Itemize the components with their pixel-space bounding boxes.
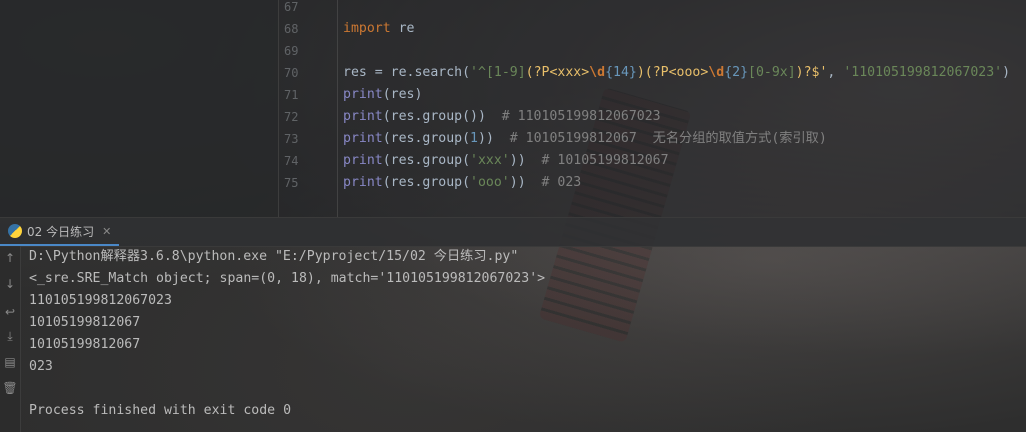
run-tab-label: 02 今日练习 <box>27 224 95 239</box>
code-token: )) <box>478 131 510 146</box>
code-token: {14} <box>605 65 637 80</box>
code-token: ) <box>1002 65 1011 80</box>
code-line[interactable]: print(res) <box>343 84 422 106</box>
code-token: [1-9] <box>485 65 526 80</box>
line-number: 72 <box>284 110 299 124</box>
code-token: , <box>827 65 844 80</box>
console-line: 10105199812067 <box>29 315 141 330</box>
code-token: \d <box>589 65 606 80</box>
scroll-to-end-icon[interactable]: ⤓ <box>2 328 18 344</box>
code-line[interactable]: print(res.group(1)) # 10105199812067 无名分… <box>343 128 827 150</box>
code-token: # 10105199812067 <box>541 153 669 168</box>
code-token: [0-9x] <box>748 65 796 80</box>
code-editor[interactable]: 67 68 69 70 71 72 73 74 75 import re res = re.sea… <box>0 0 1026 217</box>
line-number: 71 <box>284 88 299 102</box>
line-number: 70 <box>284 66 299 80</box>
code-token: )(?P<ooo> <box>636 65 709 80</box>
code-token: '^ <box>470 65 486 80</box>
code-token: (res) <box>382 87 423 102</box>
code-token: )) <box>509 175 542 190</box>
code-token: res = re.search( <box>343 65 471 80</box>
line-number: 67 <box>284 0 299 14</box>
console-line: <_sre.SRE_Match object; span=(0, 18), ma… <box>29 271 546 286</box>
console-line: 110105199812067023 <box>29 293 172 308</box>
code-line[interactable]: print(res.group('ooo')) # 023 <box>343 172 581 194</box>
code-token: )?$' <box>795 65 828 80</box>
code-token: print <box>343 109 383 124</box>
code-token: # 10105199812067 无名分组的取值方式(索引取) <box>509 131 827 146</box>
code-token: (?P<xxx> <box>525 65 590 80</box>
code-token: 'xxx' <box>470 153 510 168</box>
code-token: (res.group()) <box>382 109 502 124</box>
line-number: 68 <box>284 22 299 36</box>
code-token: (res.group( <box>382 153 471 168</box>
code-token: )) <box>509 153 542 168</box>
code-token: print <box>343 131 383 146</box>
code-line[interactable]: res = re.search('^[1-9](?P<xxx>\d{14})(?… <box>343 62 1010 84</box>
code-line[interactable]: print(res.group('xxx')) # 10105199812067 <box>343 150 669 172</box>
line-number: 73 <box>284 132 299 146</box>
code-line[interactable]: import re <box>343 18 414 40</box>
console-line: 023 <box>29 359 53 374</box>
down-arrow-icon[interactable]: ↓ <box>2 276 18 292</box>
code-token: (res.group( <box>382 175 471 190</box>
soft-wrap-icon[interactable]: ↩ <box>2 304 18 320</box>
trash-icon[interactable]: 🗑 <box>2 380 18 396</box>
console-line: D:\Python解释器3.6.8\python.exe "E:/Pyproje… <box>29 249 519 264</box>
line-number: 69 <box>284 44 299 58</box>
code-token: (res.group( <box>382 131 471 146</box>
code-token: {2} <box>724 65 749 80</box>
line-number: 75 <box>284 176 299 190</box>
line-number-gutter: 67 68 69 70 71 72 73 74 75 <box>279 0 338 217</box>
up-arrow-icon[interactable]: ↑ <box>2 250 18 266</box>
line-number: 74 <box>284 154 299 168</box>
code-token: re <box>390 21 415 36</box>
code-token: 'ooo' <box>470 175 510 190</box>
code-token: # 110105199812067023 <box>501 109 661 124</box>
code-token: 1 <box>470 131 478 146</box>
project-pane <box>0 0 279 217</box>
console-line: 10105199812067 <box>29 337 141 352</box>
code-token: \d <box>708 65 725 80</box>
run-tab[interactable]: 02 今日练习 ✕ <box>0 218 120 246</box>
code-line[interactable]: print(res.group()) # 110105199812067023 <box>343 106 661 128</box>
code-token: print <box>343 175 383 190</box>
code-token: '110105199812067023' <box>843 65 1003 80</box>
print-icon[interactable]: ▤ <box>2 354 18 370</box>
code-token: print <box>343 87 383 102</box>
code-token: import <box>343 21 391 36</box>
run-toolbar: ↑ ↓ ↩ ⤓ ▤ 🗑 <box>0 246 21 432</box>
run-tool-window-header: 02 今日练习 ✕ <box>0 217 1026 247</box>
code-token: # 023 <box>541 175 582 190</box>
python-icon <box>8 224 22 238</box>
code-token: print <box>343 153 383 168</box>
console-line: Process finished with exit code 0 <box>29 403 292 418</box>
close-icon[interactable]: ✕ <box>102 225 111 238</box>
